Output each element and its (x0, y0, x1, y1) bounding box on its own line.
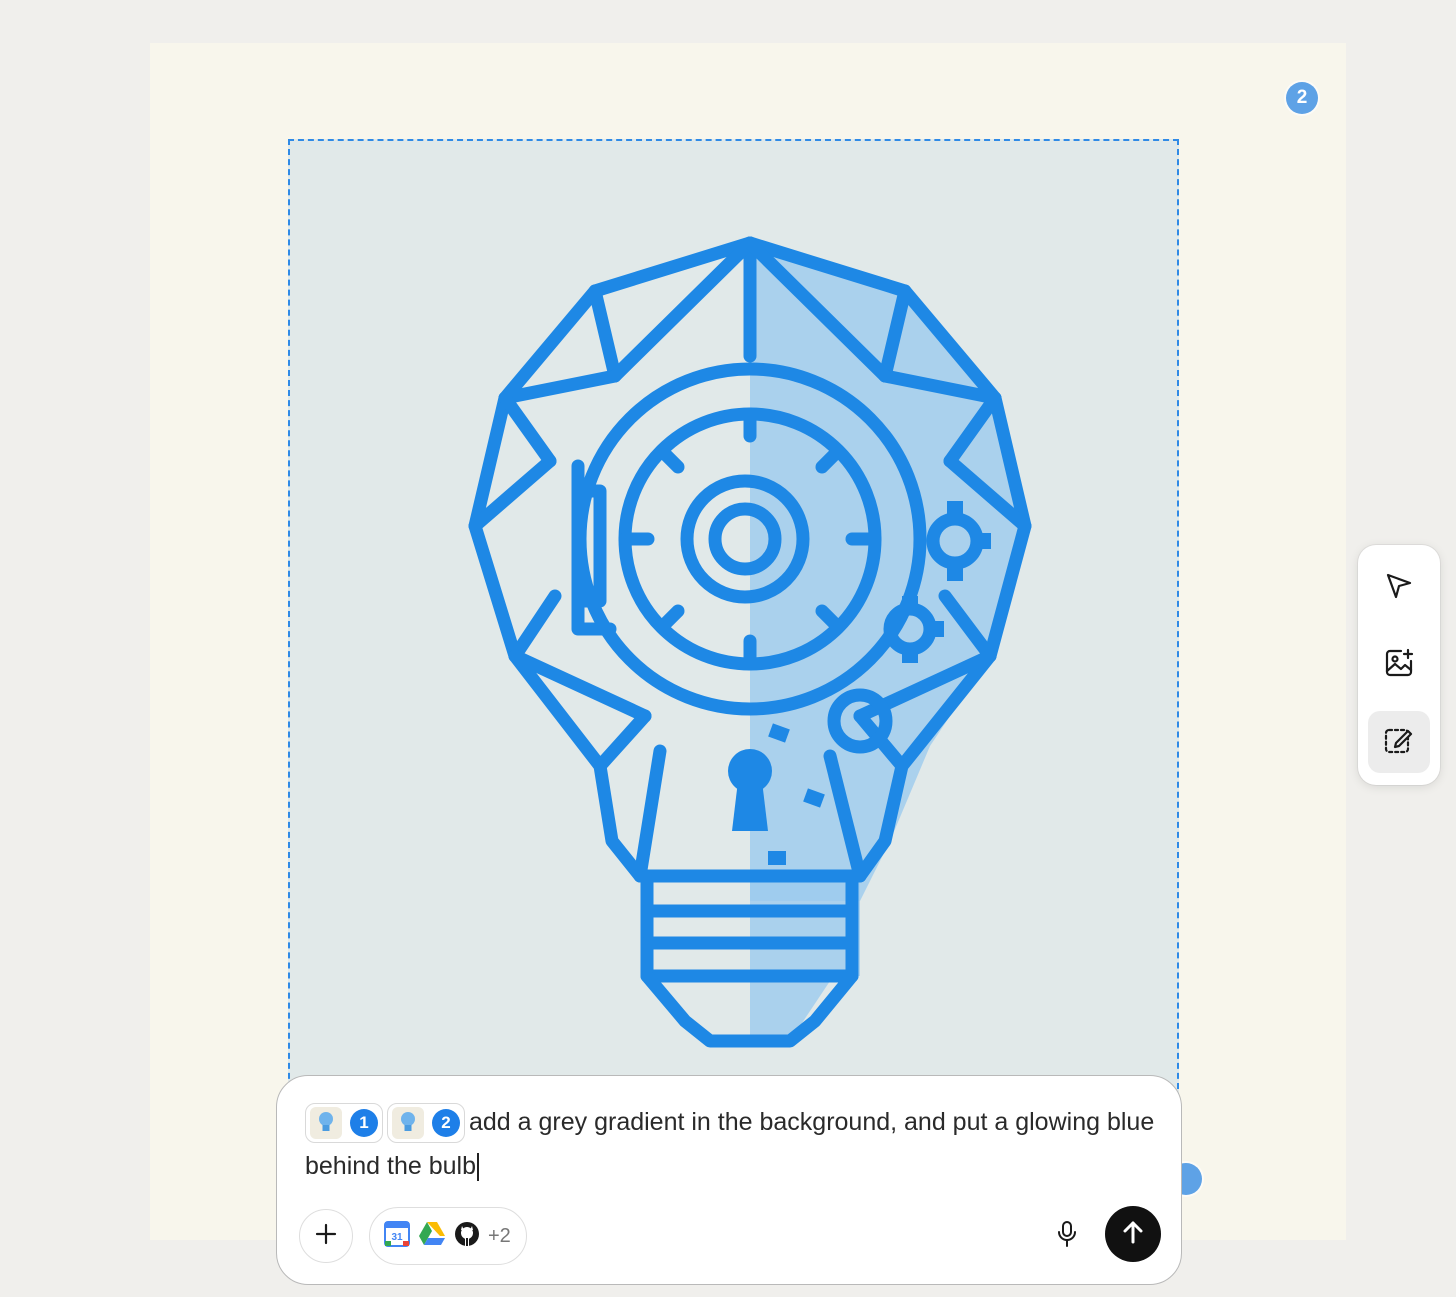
connectors-more-count: +2 (488, 1224, 511, 1247)
select-edit-icon (1382, 723, 1416, 762)
svg-text:31: 31 (391, 1232, 403, 1243)
image-add-icon (1383, 647, 1415, 684)
selected-image-region[interactable] (288, 139, 1179, 1099)
chip-number-badge: 1 (350, 1109, 378, 1138)
lightbulb-thumbnail-icon (310, 1107, 342, 1140)
select-edit-tool-button[interactable] (1368, 711, 1430, 773)
lightbulb-thumbnail-icon (392, 1107, 424, 1140)
google-drive-icon (418, 1221, 446, 1252)
marker-badge-2[interactable]: 2 (1286, 82, 1318, 114)
arrow-up-icon (1121, 1219, 1145, 1250)
send-button[interactable] (1105, 1206, 1161, 1262)
pointer-tool-button[interactable] (1368, 557, 1430, 619)
connectors-button[interactable]: 31 +2 (369, 1207, 527, 1265)
canvas-toolbar (1358, 545, 1440, 785)
image-reference-chip-2[interactable]: 2 (387, 1103, 465, 1144)
cursor-pointer-icon (1384, 571, 1414, 606)
chip-number-badge: 2 (432, 1109, 460, 1138)
prompt-input[interactable]: 1 2 add a grey gradient in the backgroun… (305, 1100, 1165, 1188)
image-reference-chip-1[interactable]: 1 (305, 1103, 383, 1144)
lightbulb-illustration (468, 236, 1032, 1048)
google-calendar-icon: 31 (384, 1220, 410, 1252)
plus-icon (315, 1223, 337, 1250)
add-image-tool-button[interactable] (1368, 634, 1430, 696)
add-attachment-button[interactable] (299, 1209, 353, 1263)
microphone-icon (1056, 1220, 1078, 1253)
microphone-button[interactable] (1047, 1216, 1087, 1256)
prompt-composer: 1 2 add a grey gradient in the backgroun… (276, 1075, 1182, 1285)
text-caret (476, 1153, 479, 1182)
github-icon (454, 1221, 480, 1252)
